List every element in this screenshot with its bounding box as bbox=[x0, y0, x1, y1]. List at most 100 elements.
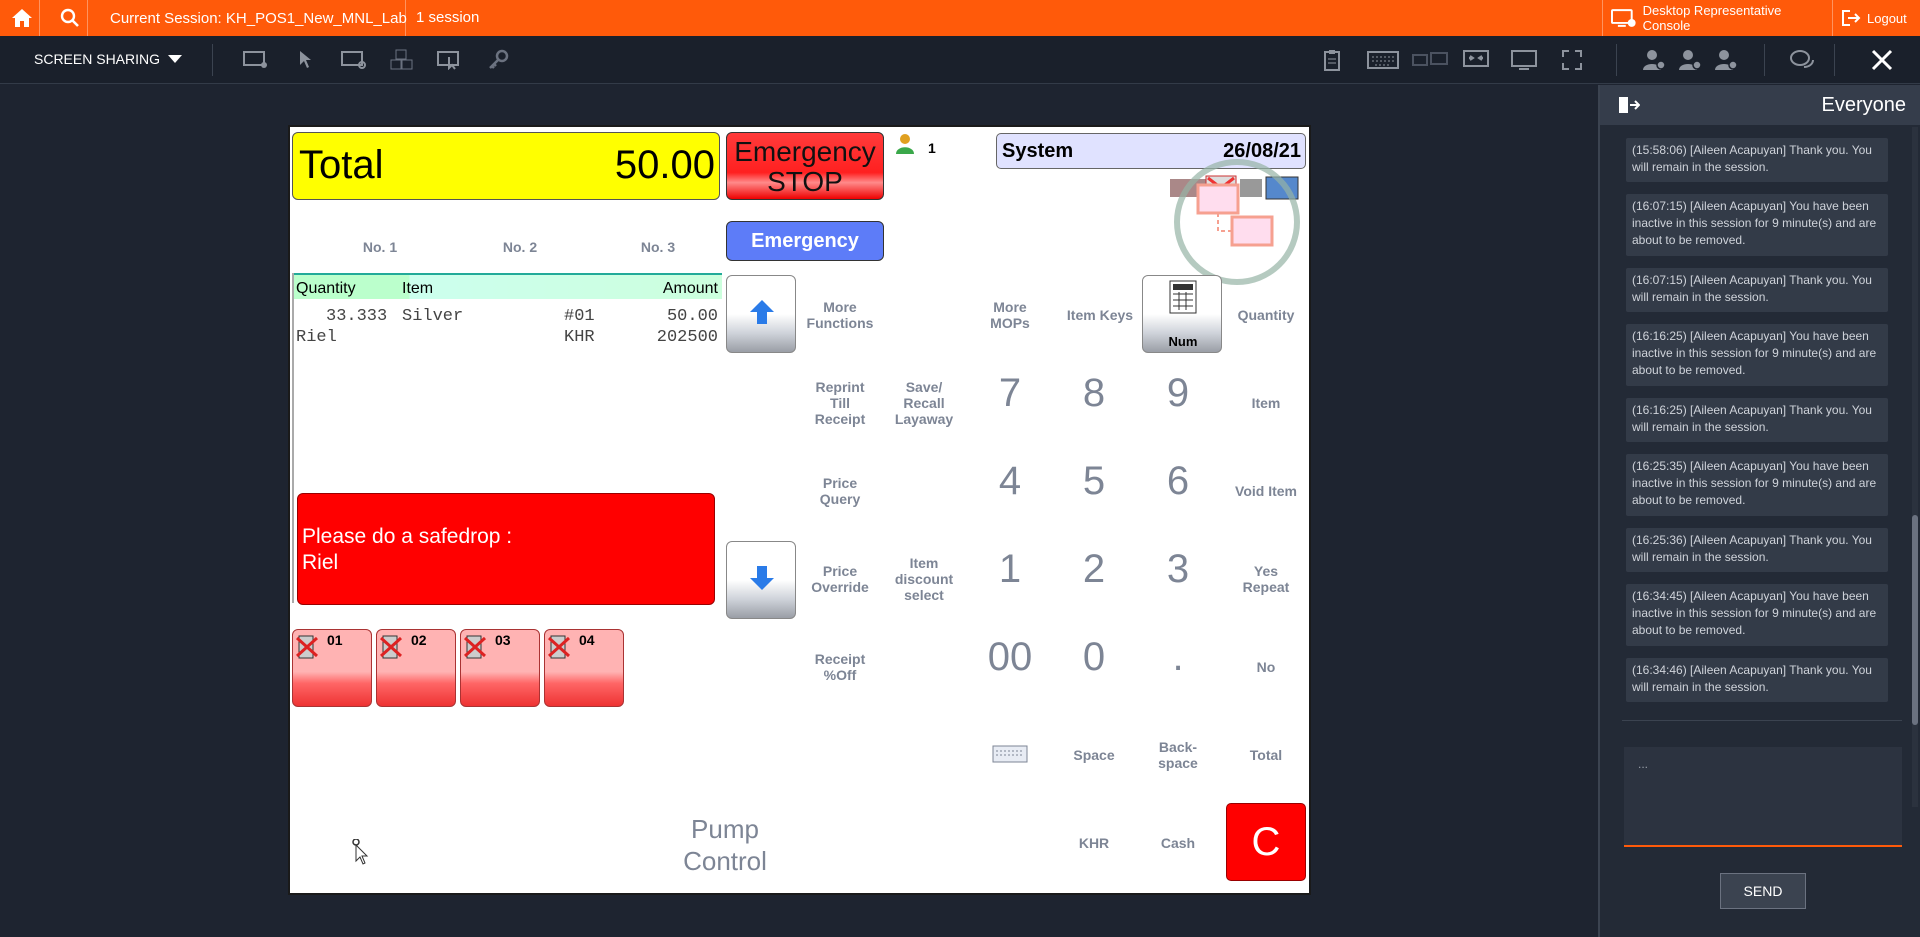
session-count[interactable]: 1 session bbox=[405, 0, 479, 36]
tab-no2[interactable]: No. 2 bbox=[490, 239, 550, 255]
chat-input-value: ... bbox=[1638, 757, 1649, 771]
row-amount: 202500 bbox=[656, 328, 718, 347]
remote-control-icon[interactable] bbox=[340, 48, 368, 72]
key-6[interactable]: 6 bbox=[1138, 459, 1218, 504]
fuel-pump-icon bbox=[547, 635, 571, 659]
save-recall-button[interactable]: Save/ Recall Layaway bbox=[884, 379, 964, 427]
item-keys-button[interactable]: Item Keys bbox=[1060, 307, 1140, 323]
scroll-down-button[interactable] bbox=[726, 541, 796, 619]
grid-header-item: Item bbox=[402, 280, 434, 297]
grid-header-quantity: Quantity bbox=[296, 280, 356, 297]
key-icon[interactable] bbox=[484, 48, 512, 72]
current-session-label: Current Session: KH_POS1_New_MNL_Lab bbox=[110, 10, 407, 27]
keyboard-key-button[interactable] bbox=[992, 745, 1028, 763]
fit-screen-icon[interactable] bbox=[1462, 48, 1490, 72]
monitor-icon[interactable] bbox=[1510, 48, 1538, 72]
table-row[interactable]: 33.333 Silver #01 50.00 bbox=[294, 307, 722, 329]
clipboard-icon[interactable] bbox=[1318, 48, 1346, 72]
search-icon[interactable] bbox=[52, 0, 88, 36]
pump-button-03[interactable]: 03 bbox=[460, 629, 540, 707]
mouse-cursor-icon bbox=[352, 838, 370, 870]
chat-scrollbar[interactable] bbox=[1912, 127, 1918, 807]
screen-sharing-dropdown[interactable]: SCREEN SHARING bbox=[34, 51, 183, 67]
key-dot[interactable]: . bbox=[1138, 635, 1218, 680]
key-3[interactable]: 3 bbox=[1138, 547, 1218, 592]
clear-button[interactable]: C bbox=[1226, 803, 1306, 881]
add-user-icon[interactable] bbox=[1676, 48, 1704, 72]
receipt-off-button[interactable]: Receipt %Off bbox=[800, 651, 880, 683]
user-settings-icon[interactable] bbox=[1640, 48, 1668, 72]
chat-icon[interactable] bbox=[1788, 48, 1816, 72]
chat-message: (16:25:35) [Aileen Acapuyan] You have be… bbox=[1626, 454, 1888, 516]
num-key-button[interactable]: Num bbox=[1142, 275, 1222, 353]
collapse-panel-icon[interactable] bbox=[1618, 96, 1640, 114]
remove-user-icon[interactable] bbox=[1712, 48, 1740, 72]
pos-screen[interactable]: Total 50.00 Emergency STOP 1 System 26/0… bbox=[288, 125, 1311, 895]
chat-panel: Everyone (15:58:06) [Aileen Acapuyan] Th… bbox=[1598, 85, 1920, 937]
space-button[interactable]: Space bbox=[1054, 747, 1134, 763]
chat-message: (16:34:45) [Aileen Acapuyan] You have be… bbox=[1626, 584, 1888, 646]
key-9[interactable]: 9 bbox=[1138, 371, 1218, 416]
scrollbar-thumb[interactable] bbox=[1912, 515, 1918, 725]
keyboard-icon[interactable] bbox=[1366, 48, 1400, 72]
table-row[interactable]: Riel KHR 202500 bbox=[294, 328, 722, 350]
arrow-up-icon bbox=[750, 300, 774, 324]
system-label: System bbox=[1002, 140, 1074, 162]
emergency-button[interactable]: Emergency bbox=[726, 221, 884, 261]
reprint-receipt-button[interactable]: Reprint Till Receipt bbox=[800, 379, 880, 427]
yes-repeat-button[interactable]: Yes Repeat bbox=[1226, 563, 1306, 595]
key-0[interactable]: 0 bbox=[1054, 635, 1134, 680]
keyboard-keys-icon[interactable] bbox=[388, 48, 416, 72]
key-2[interactable]: 2 bbox=[1054, 547, 1134, 592]
grid-header-amount: Amount bbox=[662, 280, 718, 297]
key-1[interactable]: 1 bbox=[970, 547, 1050, 592]
cash-button[interactable]: Cash bbox=[1138, 835, 1218, 851]
chevron-down-icon bbox=[168, 55, 183, 63]
home-icon[interactable] bbox=[4, 0, 40, 36]
total-button[interactable]: Total bbox=[1226, 747, 1306, 763]
more-mops-button[interactable]: More MOPs bbox=[980, 299, 1040, 331]
key-00[interactable]: 00 bbox=[970, 635, 1050, 680]
key-5[interactable]: 5 bbox=[1054, 459, 1134, 504]
backspace-button[interactable]: Back- space bbox=[1138, 739, 1218, 771]
send-button[interactable]: SEND bbox=[1720, 873, 1806, 909]
price-query-button[interactable]: Price Query bbox=[800, 475, 880, 507]
key-4[interactable]: 4 bbox=[970, 459, 1050, 504]
logout-button[interactable]: Logout bbox=[1832, 0, 1920, 36]
row-code: KHR bbox=[564, 328, 595, 347]
multi-monitor-icon[interactable] bbox=[1412, 48, 1448, 72]
item-discount-button[interactable]: Item discount select bbox=[884, 555, 964, 603]
scroll-up-button[interactable] bbox=[726, 275, 796, 353]
no-button[interactable]: No bbox=[1226, 659, 1306, 675]
num-key-label: Num bbox=[1168, 334, 1198, 349]
desktop-console-button[interactable]: Desktop Representative Console bbox=[1602, 0, 1830, 36]
chat-message: (16:07:15) [Aileen Acapuyan] Thank you. … bbox=[1626, 268, 1888, 312]
pump-button-01[interactable]: 01 bbox=[292, 629, 372, 707]
khr-button[interactable]: KHR bbox=[1054, 835, 1134, 851]
fuel-pump-icon bbox=[295, 635, 319, 659]
chat-message: (16:07:15) [Aileen Acapuyan] You have be… bbox=[1626, 194, 1888, 256]
tab-no1[interactable]: No. 1 bbox=[350, 239, 410, 255]
chat-message: (15:58:06) [Aileen Acapuyan] Thank you. … bbox=[1626, 138, 1888, 182]
show-desktop-icon[interactable] bbox=[242, 48, 270, 72]
key-7[interactable]: 7 bbox=[970, 371, 1050, 416]
tab-no3[interactable]: No. 3 bbox=[628, 239, 688, 255]
chat-input[interactable]: ... bbox=[1624, 747, 1902, 847]
total-display: Total 50.00 bbox=[292, 132, 720, 200]
fullscreen-icon[interactable] bbox=[1558, 48, 1586, 72]
void-item-button[interactable]: Void Item bbox=[1226, 483, 1306, 499]
toolbar-divider bbox=[1834, 44, 1835, 76]
price-override-button[interactable]: Price Override bbox=[800, 563, 880, 595]
screen-click-icon[interactable] bbox=[436, 48, 464, 72]
key-8[interactable]: 8 bbox=[1054, 371, 1134, 416]
close-icon[interactable] bbox=[1868, 48, 1896, 72]
quantity-button[interactable]: Quantity bbox=[1226, 307, 1306, 323]
item-button[interactable]: Item bbox=[1226, 395, 1306, 411]
row-code: #01 bbox=[564, 307, 595, 326]
pump-button-02[interactable]: 02 bbox=[376, 629, 456, 707]
pump-button-04[interactable]: 04 bbox=[544, 629, 624, 707]
pump-control-button[interactable]: Pump Control bbox=[660, 813, 790, 877]
more-functions-button[interactable]: More Functions bbox=[800, 299, 880, 331]
mouse-icon[interactable] bbox=[292, 48, 320, 72]
emergency-stop-button[interactable]: Emergency STOP bbox=[726, 132, 884, 200]
